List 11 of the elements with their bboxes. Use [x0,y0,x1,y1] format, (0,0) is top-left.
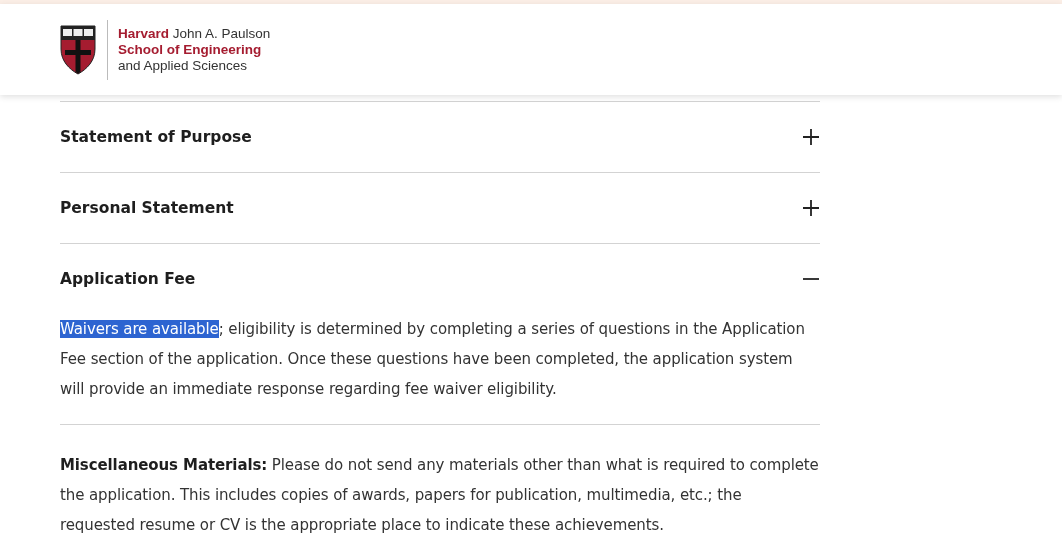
logo-text: Harvard John A. Paulson [118,25,271,42]
logo-text: and Applied Sciences [118,57,249,74]
plus-icon[interactable] [802,199,820,217]
accordion-title[interactable]: Personal Statement [60,199,234,217]
paragraph: Miscellaneous Materials: Please do not send any materials other than what is required to complete the application. This includes copies of awards, papers for publication, multimedia, etc.; the requested resume or CV is the appropriate place to indicate these achievements. [60,424,820,540]
paragraph: Waivers are available; eligibility is determined by completing a series of questions in the Application Fee section of the application. Once these questions have been completed, the application system will provide an immediate response regarding fee waiver eligibility. [60,319,806,400]
logo-text: School of Engineering [118,41,263,58]
shield-logo-icon [60,24,96,75]
accordion-title[interactable]: Statement of Purpose [60,128,252,146]
plus-icon[interactable] [802,128,820,146]
accordion-title[interactable]: Application Fee [60,270,196,288]
